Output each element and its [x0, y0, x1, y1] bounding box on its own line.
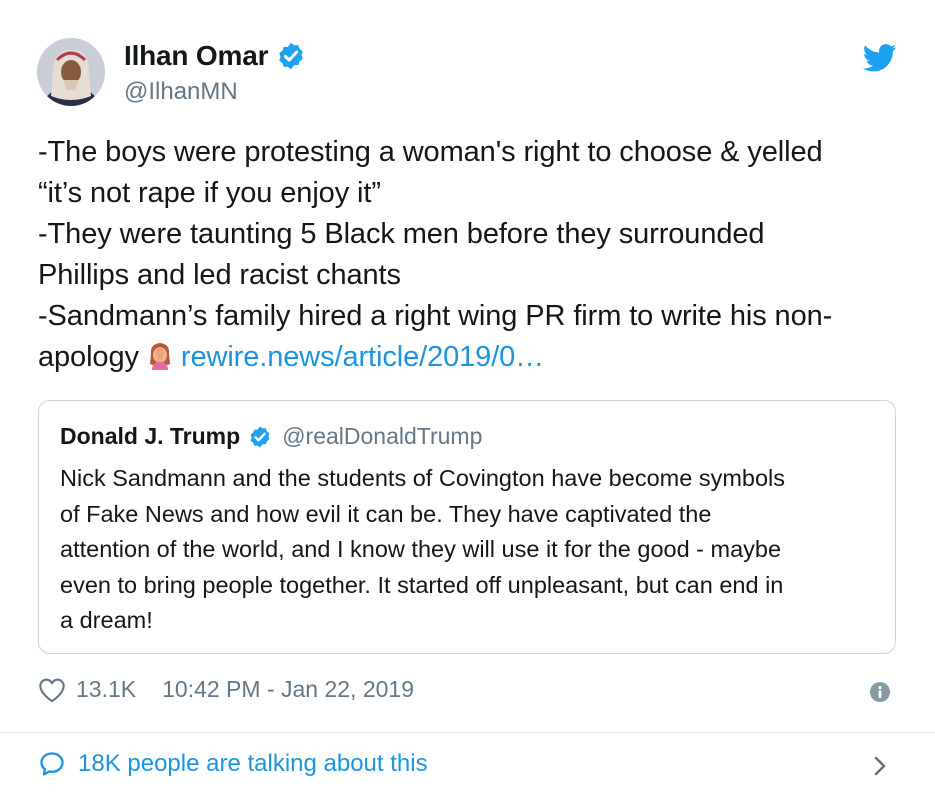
quoted-tweet[interactable]: Donald J. Trump @realDonaldTrump Nick Sa… [38, 400, 896, 654]
talking-about-text[interactable]: 18K people are talking about this [78, 750, 428, 778]
twitter-bird-icon[interactable] [863, 44, 897, 72]
tweet-text-last-line: apology rewire.news/article/2019/0… [38, 337, 908, 378]
info-icon[interactable] [869, 681, 891, 703]
conversation-link[interactable]: 18K people are talking about this [38, 750, 428, 778]
quoted-author-handle: @realDonaldTrump [282, 423, 483, 449]
avatar[interactable] [37, 38, 105, 106]
quoted-text-line: of Fake News and how evil it can be. The… [60, 500, 712, 527]
author-name-row[interactable]: Ilhan Omar [124, 40, 306, 72]
tweet-text-line: -They were taunting 5 Black men before t… [38, 218, 765, 250]
tweet-text-line: Phillips and led racist chants [38, 259, 401, 291]
avatar-image [37, 38, 105, 106]
tweet-text-line: -Sandmann’s family hired a right wing PR… [38, 300, 833, 332]
author-handle[interactable]: @IlhanMN [124, 78, 238, 106]
quoted-author-name: Donald J. Trump [60, 423, 241, 449]
tweet-text: -The boys were protesting a woman's righ… [38, 132, 908, 378]
tweet-text-line: “it’s not rape if you enjoy it” [38, 177, 381, 209]
tweet-text-line: -The boys were protesting a woman's righ… [38, 136, 823, 168]
embedded-tweet-card: Ilhan Omar @IlhanMN -The boys were prote… [0, 0, 935, 800]
heart-icon[interactable] [38, 677, 66, 703]
facepalm-emoji-icon [149, 343, 170, 370]
quoted-text-line: attention of the world, and I know they … [60, 536, 782, 562]
verified-badge-icon [250, 426, 270, 447]
tweet-link[interactable]: rewire.news/article/2019/0… [181, 341, 544, 373]
tweet-timestamp[interactable]: 10:42 PM - Jan 22, 2019 [162, 676, 414, 703]
tweet-meta-row: 13.1K 10:42 PM - Jan 22, 2019 [38, 676, 414, 703]
speech-bubble-icon [40, 752, 64, 776]
quoted-tweet-header: Donald J. Trump @realDonaldTrump [60, 423, 482, 450]
like-count[interactable]: 13.1K [76, 676, 136, 703]
divider [0, 732, 935, 733]
quoted-text-line: even to bring people together. It starte… [60, 571, 784, 598]
tweet-text-line: apology [38, 341, 139, 373]
quoted-text-line: a dream! [60, 607, 153, 633]
chevron-right-icon[interactable] [871, 754, 889, 778]
author-name[interactable]: Ilhan Omar [124, 40, 268, 72]
verified-badge-icon [279, 42, 304, 70]
quoted-text-line: Nick Sandmann and the students of Coving… [60, 465, 786, 491]
quoted-tweet-text: Nick Sandmann and the students of Coving… [60, 461, 880, 639]
